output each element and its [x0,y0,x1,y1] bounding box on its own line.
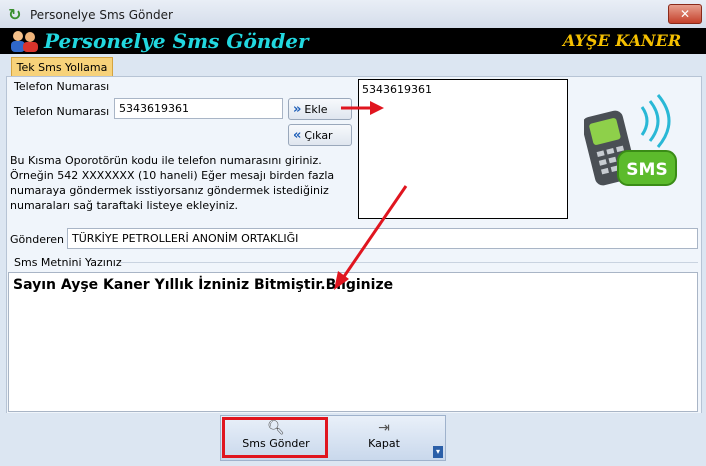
add-button-label: Ekle [304,103,328,116]
add-button[interactable]: » Ekle [288,98,352,120]
exit-door-icon: ⇥ [378,420,390,436]
close-button[interactable]: ⇥ Kapat [330,419,438,459]
phone-input[interactable]: 5343619361 [114,98,283,119]
sms-badge-label: SMS [626,160,668,180]
highlight-box [222,417,328,458]
close-label: Kapat [368,437,400,450]
phone-label: Telefon Numarası [14,105,110,118]
message-group-header: Sms Metnini Yazınız [14,256,122,269]
banner-title: Personelye Sms Gönder [44,29,309,53]
banner-user-name: AYŞE KANER [563,31,682,50]
chevron-left-icon: « [293,128,302,143]
tab-tek-sms-yollama[interactable]: Tek Sms Yollama [11,57,113,77]
sender-input[interactable]: TÜRKİYE PETROLLERİ ANONİM ORTAKLIĞI [67,228,698,249]
remove-button-label: Çıkar [304,129,333,142]
window-title: Personelye Sms Gönder [30,8,173,22]
dropdown-arrow-icon[interactable]: ▾ [433,446,443,458]
chevron-right-icon: » [293,102,302,117]
phone-group-header: Telefon Numarası [14,80,110,93]
phone-info-text: Bu Kısma Oporotörün kodu ile telefon num… [10,154,335,212]
sms-message-textarea[interactable]: Sayın Ayşe Kaner Yıllık İzniniz Bitmişti… [8,272,698,412]
app-icon: ↻ [8,5,22,24]
sms-phone-icon [581,93,684,197]
sender-label: Gönderen [10,233,64,246]
list-item[interactable]: 5343619361 [362,83,564,96]
window-close-button[interactable]: ✕ [668,4,702,24]
remove-button[interactable]: «Çıkar [288,124,352,146]
people-icon [8,30,40,52]
recipient-listbox[interactable]: 5343619361 [358,79,568,219]
group-divider [120,262,698,263]
